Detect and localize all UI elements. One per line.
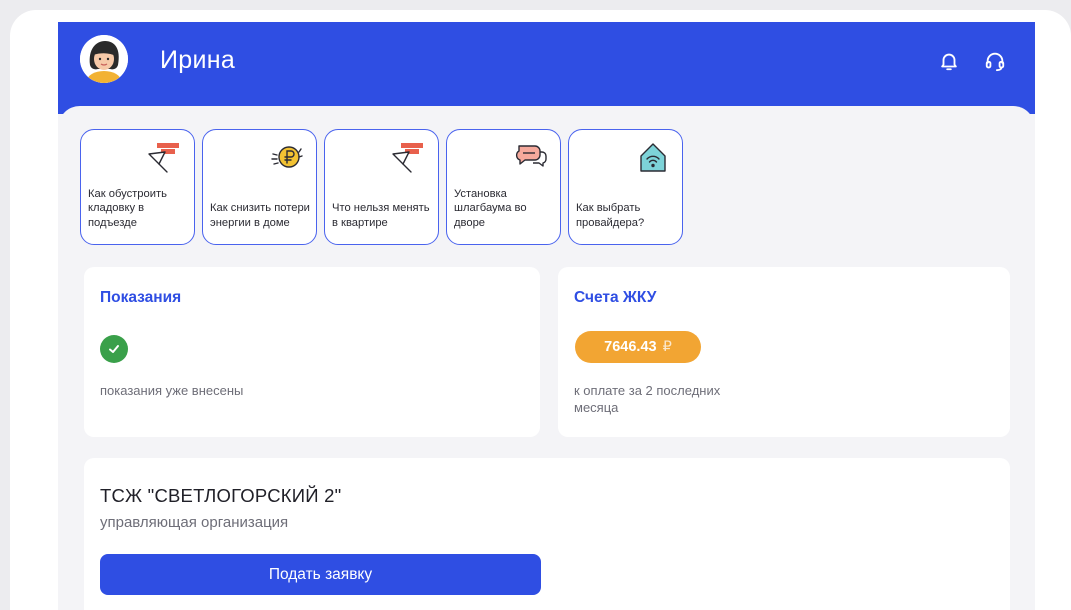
readings-status: показания уже внесены	[100, 383, 244, 398]
story-label: Что нельзя менять в квартире	[332, 202, 430, 229]
support-headset-icon[interactable]	[982, 48, 1008, 74]
bills-description: к оплате за 2 последних месяца	[574, 383, 721, 415]
story-label: Установка шлагбаума во дворе	[454, 187, 527, 229]
brick-trowel-icon	[145, 140, 185, 174]
organization-name: ТСЖ "СВЕТЛОГОРСКИЙ 2"	[100, 485, 342, 506]
story-card-apartment-changes[interactable]: Что нельзя менять в квартире	[324, 129, 439, 245]
readings-card[interactable]: Показания показания уже внесены	[84, 267, 540, 437]
story-label: Как выбрать провайдера?	[576, 202, 645, 229]
brick-trowel-icon	[389, 140, 429, 174]
user-name: Ирина	[160, 46, 236, 74]
content-sheet: Как обустроить кладовку в подъезде Как с…	[58, 106, 1035, 610]
organization-card: ТСЖ "СВЕТЛОГОРСКИЙ 2" управляющая органи…	[84, 458, 1010, 610]
avatar-illustration-icon	[80, 35, 128, 83]
bell-icon[interactable]	[936, 48, 962, 74]
top-header: Ирина	[58, 22, 1035, 114]
bills-title: Счета ЖКУ	[574, 289, 657, 306]
story-label: Как снизить потери энергии в доме	[210, 202, 310, 229]
ruble-coin-icon	[267, 140, 307, 174]
organization-role: управляющая организация	[100, 514, 289, 531]
bills-card[interactable]: Счета ЖКУ 7646.43 ₽ к оплате за 2 послед…	[558, 267, 1010, 437]
ruble-sign-icon: ₽	[662, 339, 672, 355]
story-card-storage-room[interactable]: Как обустроить кладовку в подъезде	[80, 129, 195, 245]
story-label: Как обустроить кладовку в подъезде	[88, 187, 167, 229]
device-frame: Ирина Как обустроить кладовку в подъезде…	[10, 10, 1071, 610]
submit-request-button[interactable]: Подать заявку	[100, 554, 541, 595]
story-card-barrier[interactable]: Установка шлагбаума во дворе	[446, 129, 561, 245]
app-screen: Ирина Как обустроить кладовку в подъезде…	[58, 22, 1035, 610]
amount-badge[interactable]: 7646.43 ₽	[575, 331, 701, 363]
chat-bubbles-icon	[511, 140, 551, 174]
amount-value: 7646.43	[604, 339, 657, 355]
house-wifi-icon	[633, 140, 673, 174]
check-icon	[100, 335, 128, 363]
readings-title: Показания	[100, 289, 182, 306]
user-avatar[interactable]	[80, 35, 128, 83]
story-card-energy-loss[interactable]: Как снизить потери энергии в доме	[202, 129, 317, 245]
story-card-provider[interactable]: Как выбрать провайдера?	[568, 129, 683, 245]
